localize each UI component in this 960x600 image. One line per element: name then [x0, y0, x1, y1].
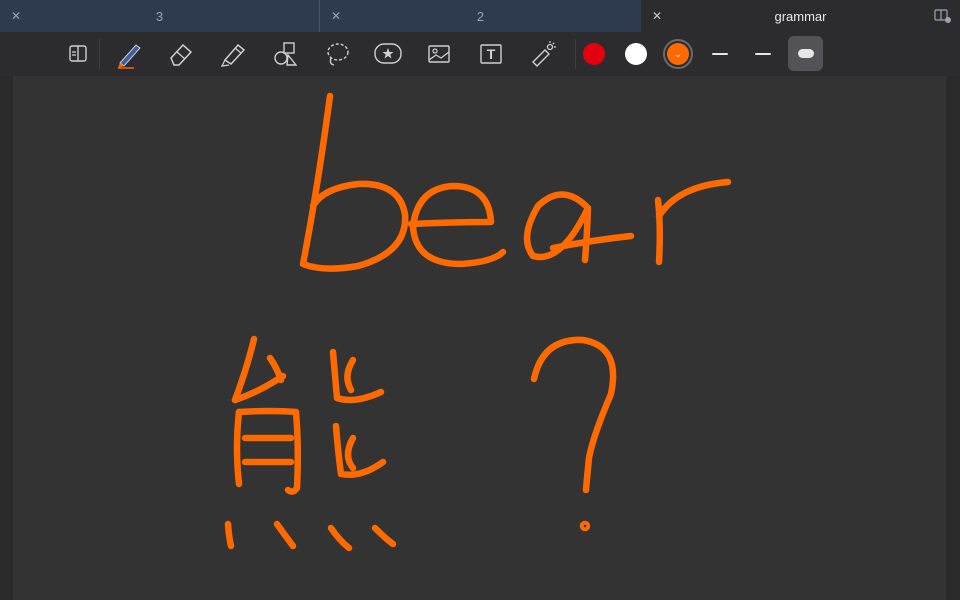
ink-stroke-xiong-5 — [235, 407, 302, 495]
stroke-medium-icon — [755, 52, 771, 56]
color-orange-swatch[interactable]: ⌄ — [663, 39, 693, 69]
tab-grammar[interactable]: ✕ grammar — [641, 0, 960, 32]
eraser-icon — [167, 40, 195, 68]
sticker-tool-button[interactable] — [370, 36, 406, 72]
pen-tool-button[interactable] — [111, 36, 147, 72]
drawing-toolbar: T ⌄ — [0, 32, 960, 76]
tab-label: grammar — [774, 8, 827, 24]
ink-stroke-xiong-4 — [233, 408, 243, 488]
ink-stroke-e — [407, 182, 507, 268]
page-layout-icon — [66, 43, 90, 65]
pen-icon — [114, 39, 144, 69]
color-picker-chevron-icon: ⌄ — [667, 43, 689, 65]
ink-stroke-xiong-15 — [371, 524, 397, 548]
stroke-thick-icon — [797, 49, 814, 58]
tab-label: 2 — [476, 8, 485, 24]
text-tool-button[interactable]: T — [473, 36, 509, 72]
tab-3[interactable]: ✕ 3 — [0, 0, 320, 32]
ink-word-bear — [299, 92, 732, 272]
close-tab-icon[interactable]: ✕ — [650, 9, 664, 23]
highlighter-icon — [219, 40, 247, 68]
tab-bar: ✕ 3 ✕ 2 ✕ grammar — [0, 0, 960, 32]
ink-stroke-xiong-13 — [273, 520, 297, 550]
tab-label: 3 — [155, 8, 164, 24]
ink-character-xiong — [224, 335, 397, 552]
ink-stroke-question-curve — [530, 336, 617, 494]
color-red-swatch[interactable] — [583, 43, 605, 65]
canvas-area[interactable] — [0, 76, 960, 600]
ink-stroke-xiong-14 — [327, 524, 353, 552]
ink-stroke-xiong-9 — [344, 356, 357, 394]
page-layout-button[interactable] — [60, 36, 96, 72]
ink-question-mark — [530, 336, 617, 532]
ink-stroke-r — [654, 178, 732, 266]
toolbar-divider — [99, 39, 100, 69]
text-box-icon: T — [478, 42, 504, 66]
ink-stroke-xiong-11 — [344, 434, 357, 472]
highlighter-tool-button[interactable] — [215, 36, 251, 72]
laser-pointer-button[interactable] — [525, 36, 561, 72]
stroke-medium-button[interactable] — [745, 36, 781, 72]
lasso-icon — [323, 40, 351, 68]
stroke-thick-button[interactable] — [788, 36, 823, 71]
ink-stroke-xiong-3 — [266, 354, 285, 384]
toolbar-divider — [575, 39, 576, 69]
notebook-page[interactable] — [13, 76, 946, 600]
ink-stroke-question-dot — [579, 520, 591, 532]
lasso-tool-button[interactable] — [319, 36, 355, 72]
ink-stroke-xiong-8 — [329, 348, 385, 404]
ink-stroke-xiong-10 — [332, 422, 387, 478]
handwriting-canvas — [224, 92, 732, 552]
split-view-icon[interactable] — [934, 8, 952, 24]
text-tool-glyph: T — [486, 46, 496, 62]
shapes-icon — [271, 40, 299, 68]
close-tab-icon[interactable]: ✕ — [9, 9, 23, 23]
stroke-thin-button[interactable] — [702, 36, 738, 72]
ink-stroke-xiong-12 — [224, 520, 235, 550]
ink-stroke-b — [299, 92, 409, 272]
stroke-thin-icon — [712, 53, 728, 55]
eraser-tool-button[interactable] — [163, 36, 199, 72]
image-icon — [426, 42, 452, 66]
laser-pointer-icon — [529, 40, 557, 68]
shapes-tool-button[interactable] — [267, 36, 303, 72]
color-white-swatch[interactable] — [625, 43, 647, 65]
image-tool-button[interactable] — [421, 36, 457, 72]
tab-2[interactable]: ✕ 2 — [320, 0, 641, 32]
sticker-icon — [373, 41, 403, 67]
close-tab-icon[interactable]: ✕ — [329, 9, 343, 23]
